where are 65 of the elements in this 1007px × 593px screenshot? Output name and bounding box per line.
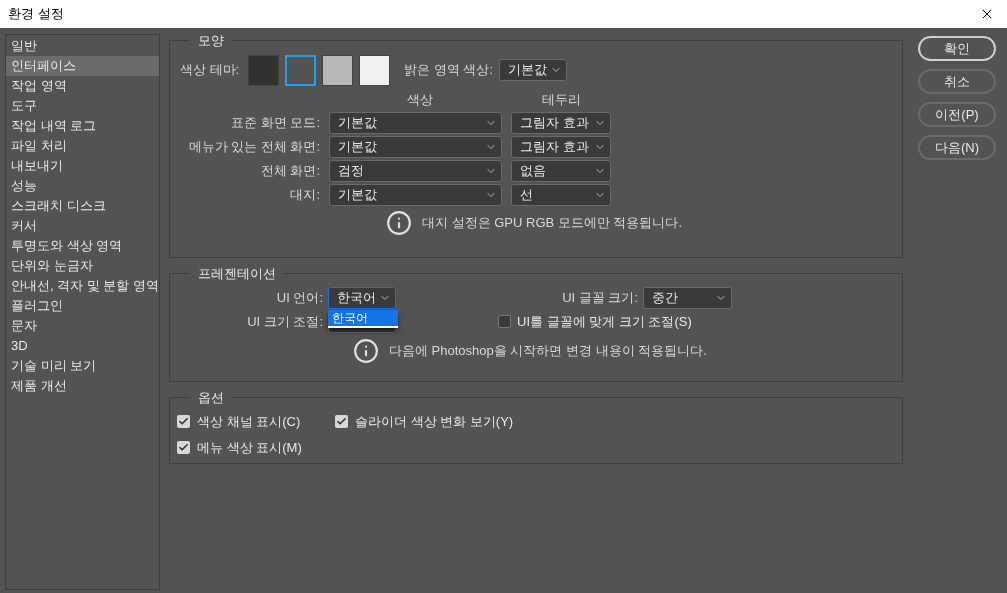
field-label: 대지:: [289, 186, 320, 205]
dropdown[interactable]: 검정: [329, 160, 502, 182]
field-label: UI 글꼴 크기:: [561, 288, 638, 307]
sidebar-item[interactable]: 제품 개선: [6, 376, 159, 396]
theme-swatch[interactable]: [359, 54, 391, 86]
dropdown[interactable]: 중간: [643, 286, 732, 309]
sidebar-item[interactable]: 문자: [6, 316, 159, 336]
window-title: 환경 설정: [8, 5, 64, 24]
theme-swatch[interactable]: [322, 54, 354, 86]
dropdown[interactable]: 선: [511, 184, 611, 206]
sidebar-item[interactable]: 파일 처리: [6, 136, 159, 156]
dropdown[interactable]: 기본값: [329, 136, 502, 158]
field-label: 메뉴가 있는 전체 화면:: [187, 138, 320, 157]
group-title: 옵션: [197, 389, 225, 407]
dialog-button[interactable]: 이전(P): [918, 102, 996, 127]
field-label: 색상 테마:: [180, 61, 240, 80]
checkbox-label: UI를 글꼴에 맞게 크기 조절(S): [517, 312, 692, 331]
dropdown[interactable]: 없음: [511, 160, 611, 182]
checkbox[interactable]: [335, 414, 348, 428]
sidebar-item[interactable]: 3D: [6, 336, 159, 356]
sidebar-item[interactable]: 단위와 눈금자: [6, 256, 159, 276]
sidebar-item[interactable]: 작업 내역 로그: [6, 116, 159, 136]
field-label: UI 크기 조절:: [246, 312, 323, 331]
checkbox-label: 색상 채널 표시(C): [197, 412, 301, 431]
sidebar-item[interactable]: 투명도와 색상 영역: [6, 236, 159, 256]
checkbox[interactable]: [177, 414, 190, 428]
info-icon: [353, 337, 379, 364]
sidebar-item[interactable]: 기술 미리 보기: [6, 356, 159, 376]
checkbox[interactable]: [177, 441, 190, 455]
checkbox-label: 슬라이더 색상 변화 보기(Y): [355, 412, 514, 431]
dialog-button[interactable]: 취소: [918, 69, 996, 94]
dropdown[interactable]: 한국어: [328, 286, 396, 309]
dialog-button[interactable]: 다음(N): [918, 135, 996, 160]
sidebar-item[interactable]: 일반: [6, 36, 159, 56]
sidebar-item[interactable]: 플러그인: [6, 296, 159, 316]
theme-swatch[interactable]: [248, 54, 280, 86]
sidebar-item[interactable]: 성능: [6, 176, 159, 196]
info-note: 다음에 Photoshop을 시작하면 변경 내용이 적용됩니다.: [389, 341, 707, 360]
dropdown[interactable]: 기본값: [329, 184, 502, 206]
column-header: 색상: [406, 90, 434, 109]
checkbox[interactable]: [498, 315, 511, 328]
sidebar-item[interactable]: 내보내기: [6, 156, 159, 176]
sidebar-item[interactable]: 도구: [6, 96, 159, 116]
dropdown[interactable]: 그림자 효과: [511, 136, 611, 158]
field-label: 밝은 영역 색상:: [404, 61, 494, 80]
group-title: 모양: [197, 32, 225, 50]
info-icon: [386, 210, 412, 236]
info-note: 대지 설정은 GPU RGB 모드에만 적용됩니다.: [422, 214, 682, 233]
sidebar-item[interactable]: 안내선, 격자 및 분할 영역: [6, 276, 159, 296]
dialog-button[interactable]: 확인: [918, 36, 996, 61]
group-title: 프레젠테이션: [197, 265, 277, 283]
sidebar-item[interactable]: 스크래치 디스크: [6, 196, 159, 216]
dropdown-option[interactable]: 한국어: [328, 309, 398, 328]
sidebar-item[interactable]: 커서: [6, 216, 159, 236]
field-label: 표준 화면 모드:: [230, 114, 320, 133]
dropdown[interactable]: 기본값: [329, 112, 502, 134]
column-header: 테두리: [540, 90, 582, 109]
field-label: UI 언어:: [275, 288, 323, 307]
dropdown[interactable]: 기본값: [499, 59, 568, 81]
sidebar-item[interactable]: 작업 영역: [6, 76, 159, 96]
dropdown[interactable]: 그림자 효과: [511, 112, 611, 134]
checkbox-label: 메뉴 색상 표시(M): [197, 439, 302, 457]
field-label: 전체 화면:: [259, 162, 320, 181]
theme-swatch[interactable]: [285, 54, 317, 86]
sidebar-item[interactable]: 인터페이스: [6, 56, 159, 76]
